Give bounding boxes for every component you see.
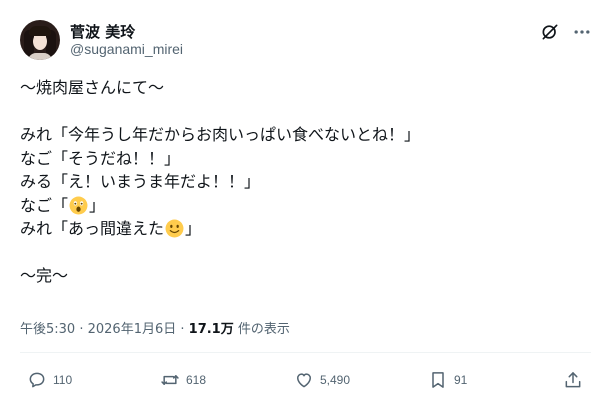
share-button[interactable] [563,369,583,391]
grok-icon[interactable] [540,22,560,42]
meta-separator: · [75,322,88,337]
tweet-meta: 午後5:30 · 2026年1月6日 · 17.1万 件の表示 [20,318,290,337]
views-count[interactable]: 17.1万 [189,322,234,337]
more-icon[interactable] [572,22,592,42]
tweet-line: なご「 」 [20,194,580,218]
tweet-line-part: 」 [89,195,106,215]
heart-icon [297,373,311,388]
tweet-line: 〜完〜 [20,266,69,285]
tweet-line: なご「そうだね！！」 [20,148,181,168]
bookmark-icon [432,372,444,388]
avatar[interactable] [20,20,60,60]
user-handle[interactable]: @suganami_mirei [70,41,183,57]
repost-icon [161,375,179,385]
post-date[interactable]: 2026年1月6日 [88,322,177,337]
tweet-line: みれ「今年うし年だからお肉いっぱい食べないとね！」 [20,125,421,144]
bookmark-count: 91 [454,373,468,387]
repost-button[interactable]: 618 [160,369,206,391]
tweet-line: 〜焼肉屋さんにて〜 [20,78,165,97]
tweet-line-part: みれ「あっ間違えた [20,219,165,238]
display-name[interactable]: 菅波 美玲 [70,21,135,42]
slightly-smiling-face-emoji-icon [165,219,184,238]
like-count: 5,490 [320,373,351,387]
tweet-line-part: なご「 [20,195,69,215]
tweet-line: みる「え！いまうま年だよ！！」 [20,172,261,191]
reply-count: 110 [53,373,73,387]
tweet-line-part: 」 [185,219,202,238]
share-icon [565,372,581,388]
astonished-face-emoji-icon [69,196,88,214]
reply-button[interactable]: 110 [27,369,72,391]
meta-separator: · [176,322,189,337]
tweet-line: みれ「あっ間違えた 」 [20,217,580,241]
tweet-text: 〜焼肉屋さんにて〜 みれ「今年うし年だからお肉いっぱい食べないとね！」 なご「そ… [20,76,580,288]
reply-icon [29,372,45,388]
like-button[interactable]: 5,490 [294,369,350,391]
views-label: 件の表示 [233,322,290,337]
tweet-card: 菅波 美玲 @suganami_mirei 〜焼肉屋さんにて〜 みれ「今年うし年… [0,0,611,403]
post-time[interactable]: 午後5:30 [20,322,75,337]
bookmark-button[interactable]: 91 [428,369,467,391]
repost-count: 618 [186,373,207,387]
divider [20,352,591,353]
